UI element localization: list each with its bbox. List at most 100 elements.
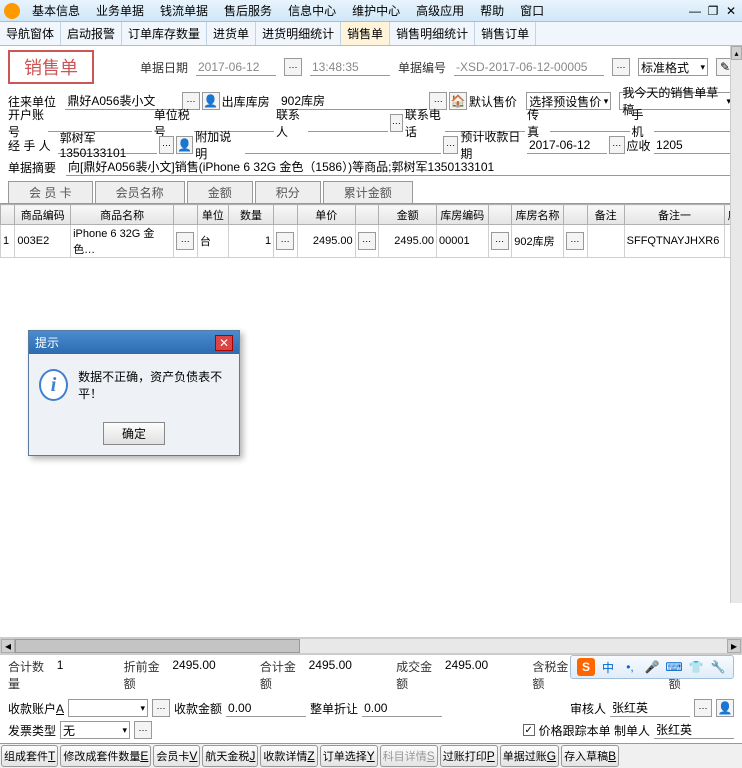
cell-name[interactable]: iPhone 6 32G 金色… (71, 225, 174, 258)
restore-icon[interactable]: ❐ (706, 4, 720, 18)
cell-whname[interactable]: 902库房 (512, 225, 564, 258)
fbtn-ordersel[interactable]: 订单选择Y (320, 745, 378, 767)
col-price[interactable]: 单价 (297, 205, 355, 225)
ime-toolbar[interactable]: S 中 •, 🎤 ⌨ 👕 🔧 (570, 655, 734, 679)
fax-field[interactable] (550, 114, 630, 132)
col-whname[interactable]: 库房名称 (512, 205, 564, 225)
fbtn-paydetail[interactable]: 收款详情Z (260, 745, 317, 767)
col-qty[interactable]: 数量 (228, 205, 273, 225)
menu-basic[interactable]: 基本信息 (24, 0, 88, 21)
col-code[interactable]: 商品编码 (15, 205, 71, 225)
handler-detail-icon[interactable]: 👤 (176, 136, 193, 154)
scroll-up-icon[interactable]: ▴ (731, 46, 742, 60)
payacct-dropdown[interactable] (68, 699, 148, 717)
menu-help[interactable]: 帮助 (472, 0, 512, 21)
note-lookup-icon[interactable]: ⋯ (443, 136, 459, 154)
payacct-lookup-icon[interactable]: ⋯ (152, 699, 170, 717)
outwh-detail-icon[interactable]: 🏠 (449, 92, 467, 110)
tab-salesdetail[interactable]: 销售明细统计 (390, 22, 475, 45)
fbtn-postprint[interactable]: 过账打印P (440, 745, 498, 767)
col-amount[interactable]: 金额 (379, 205, 437, 225)
fbtn-draft[interactable]: 存入草稿B (561, 745, 619, 767)
scroll-right-icon[interactable]: ▸ (727, 639, 741, 653)
col-remark1[interactable]: 备注一 (624, 205, 725, 225)
invtype-lookup-icon[interactable]: ⋯ (134, 721, 152, 739)
docno-field[interactable]: -XSD-2017-06-12-00005 (454, 58, 604, 76)
date-picker-icon[interactable]: ⋯ (284, 58, 302, 76)
v-scrollbar[interactable]: ▴ (730, 46, 742, 603)
cell-remark1[interactable]: SFFQTNAYJHXR6 (624, 225, 725, 258)
cell-whcode-lookup[interactable]: ⋯ (488, 225, 512, 258)
menu-cash[interactable]: 钱流单据 (152, 0, 216, 21)
fbtn-kit[interactable]: 组成套件T (1, 745, 58, 767)
close-icon[interactable]: ✕ (724, 4, 738, 18)
fbtn-post[interactable]: 单据过账G (500, 745, 559, 767)
dialog-titlebar[interactable]: 提示 ✕ (29, 331, 239, 354)
ime-punct-icon[interactable]: •, (621, 658, 639, 676)
customer-detail-icon[interactable]: 👤 (202, 92, 220, 110)
col-remark[interactable]: 备注 (587, 205, 624, 225)
tab-salesorder[interactable]: 销售订单 (475, 22, 536, 45)
ime-settings-icon[interactable]: 🔧 (709, 658, 727, 676)
menu-biz[interactable]: 业务单据 (88, 0, 152, 21)
contact-lookup-icon[interactable]: ⋯ (390, 114, 403, 132)
ime-lang-icon[interactable]: 中 (599, 658, 617, 676)
mobile-field[interactable] (654, 114, 734, 132)
contact-field[interactable] (308, 114, 388, 132)
cell-qty[interactable]: 1 (228, 225, 273, 258)
cell-whname-lookup[interactable]: ⋯ (563, 225, 587, 258)
auditor-field[interactable]: 张红英 (610, 699, 690, 717)
tab-orderstock[interactable]: 订单库存数量 (122, 22, 207, 45)
ime-keyboard-icon[interactable]: ⌨ (665, 658, 683, 676)
invtype-dropdown[interactable]: 无 (60, 721, 130, 739)
cell-name-lookup[interactable]: ⋯ (174, 225, 198, 258)
cell-qty-lookup[interactable]: ⋯ (274, 225, 298, 258)
col-name[interactable]: 商品名称 (71, 205, 174, 225)
fbtn-tax[interactable]: 航天金税J (202, 745, 258, 767)
date-field[interactable]: 2017-06-12 (196, 58, 276, 76)
table-row[interactable]: 1 003E2 iPhone 6 32G 金色… ⋯ 台 1 ⋯ 2495.00… (1, 225, 742, 258)
format-dropdown[interactable]: 标准格式 (638, 58, 708, 76)
cell-whcode[interactable]: 00001 (437, 225, 489, 258)
menu-maint[interactable]: 维护中心 (344, 0, 408, 21)
scroll-thumb[interactable] (15, 639, 300, 653)
cell-remark[interactable] (587, 225, 624, 258)
fbtn-member[interactable]: 会员卡V (153, 745, 200, 767)
h-scrollbar[interactable]: ◂ ▸ (0, 638, 742, 654)
fbtn-kitqty[interactable]: 修改成套件数量E (60, 745, 151, 767)
tab-purchase[interactable]: 进货单 (207, 22, 256, 45)
col-unit[interactable]: 单位 (197, 205, 228, 225)
summary-field[interactable]: 向[鼎好A056裴小文]销售(iPhone 6 32G 金色（1586）)等商品… (66, 158, 734, 176)
track-checkbox[interactable]: ✓ (523, 724, 535, 736)
tab-nav[interactable]: 导航窗体 (0, 22, 61, 45)
docno-lookup-icon[interactable]: ⋯ (612, 58, 630, 76)
items-grid[interactable]: 商品编码 商品名称 单位 数量 单价 金额 库房编码 库房名称 备注 备注一 库… (0, 204, 742, 258)
handler-field[interactable]: 郭树军1350133101 (58, 136, 157, 154)
cell-price-lookup[interactable]: ⋯ (355, 225, 379, 258)
auditor-detail-icon[interactable]: 👤 (716, 699, 734, 717)
note-field[interactable] (245, 136, 441, 154)
subtab-amount[interactable]: 金额 (187, 181, 253, 203)
time-field[interactable]: 13:48:35 (310, 58, 390, 76)
cell-amount[interactable]: 2495.00 (379, 225, 437, 258)
menu-info[interactable]: 信息中心 (280, 0, 344, 21)
tab-sales[interactable]: 销售单 (341, 22, 390, 45)
ime-skin-icon[interactable]: 👕 (687, 658, 705, 676)
payamt-field[interactable]: 0.00 (226, 699, 306, 717)
menu-window[interactable]: 窗口 (512, 0, 552, 21)
ime-logo-icon[interactable]: S (577, 658, 595, 676)
expdate-field[interactable]: 2017-06-12 (527, 136, 607, 154)
ar-field[interactable]: 1205 (654, 136, 734, 154)
dialog-ok-button[interactable]: 确定 (103, 422, 165, 445)
subtab-total[interactable]: 累计金额 (323, 181, 413, 203)
ime-mic-icon[interactable]: 🎤 (643, 658, 661, 676)
wholedc-field[interactable]: 0.00 (362, 699, 442, 717)
cell-unit[interactable]: 台 (197, 225, 228, 258)
menu-aftersale[interactable]: 售后服务 (216, 0, 280, 21)
cell-code[interactable]: 003E2 (15, 225, 71, 258)
cell-price[interactable]: 2495.00 (297, 225, 355, 258)
menu-adv[interactable]: 高级应用 (408, 0, 472, 21)
scroll-left-icon[interactable]: ◂ (1, 639, 15, 653)
subtab-membername[interactable]: 会员名称 (95, 181, 185, 203)
subtab-member[interactable]: 会 员 卡 (8, 181, 93, 203)
